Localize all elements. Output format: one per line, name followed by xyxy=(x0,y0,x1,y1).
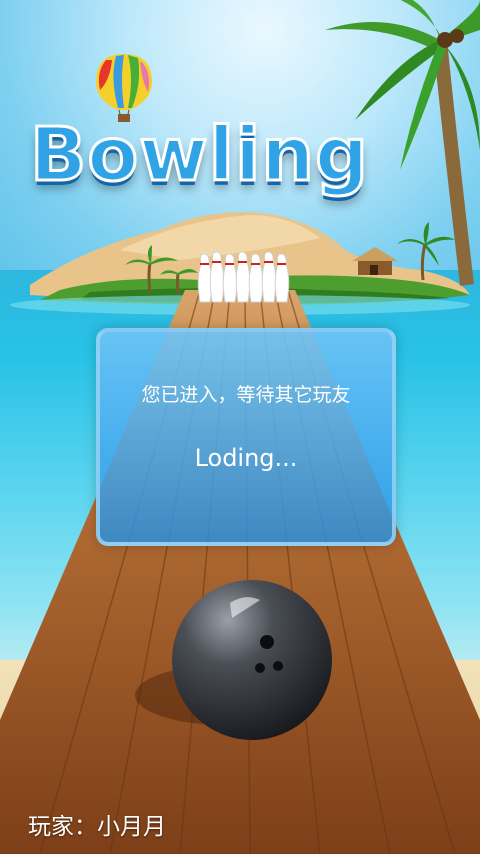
waiting-message: 您已进入，等待其它玩友 xyxy=(141,384,351,406)
waiting-dialog: 您已进入，等待其它玩友 Loding... xyxy=(96,328,396,546)
palm-tree-icon xyxy=(397,222,455,281)
palm-tree-icon xyxy=(125,245,198,294)
game-title: Bowling xyxy=(29,111,370,200)
loading-text: Loding... xyxy=(194,444,298,472)
game-scene: Bowling 您已进入，等待其它玩友 Loding... 玩家：小月月 xyxy=(0,0,480,854)
player-name-label: 玩家：小月月 xyxy=(28,814,166,840)
hot-air-balloon-icon xyxy=(96,54,152,122)
bowling-ball-icon xyxy=(172,580,332,740)
game-logo: Bowling xyxy=(29,105,380,205)
bowling-pin-icon xyxy=(197,251,290,303)
